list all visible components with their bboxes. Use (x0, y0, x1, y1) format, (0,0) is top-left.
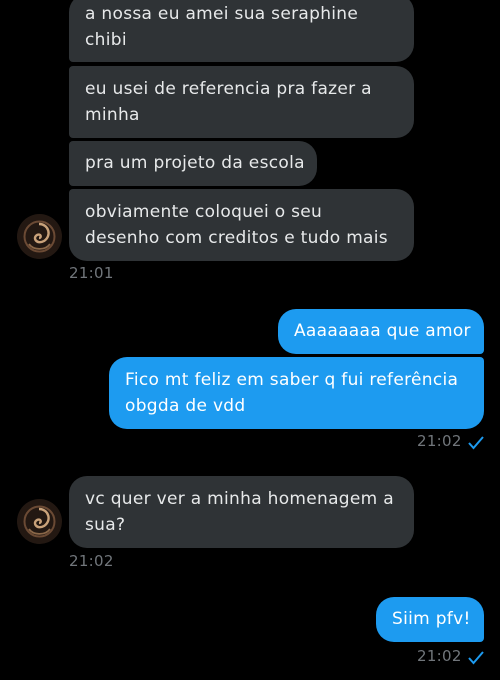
message-text: Aaaaaaaa que amor (294, 321, 471, 341)
message-text: chibi (85, 30, 127, 50)
message-timestamp: 21:02 (417, 647, 462, 665)
message-timestamp: 21:02 (417, 432, 462, 450)
message-bubble-incoming[interactable]: pra um projeto da escola (69, 141, 317, 186)
message-text: vc quer ver a minha homenagem a (85, 489, 394, 509)
checkmark-icon (468, 651, 484, 665)
message-timestamp: 21:01 (69, 264, 114, 282)
message-timestamp: 21:02 (69, 552, 114, 570)
message-text: a nossa eu amei sua seraphine (85, 4, 359, 24)
message-text: Siim pfv! (392, 609, 471, 629)
message-text: eu usei de referencia pra fazer a (85, 79, 372, 99)
swirl-icon (17, 214, 62, 259)
swirl-icon (17, 499, 62, 544)
checkmark-icon (468, 436, 484, 450)
message-text: Fico mt feliz em saber q fui referência (125, 370, 459, 390)
message-text: minha (85, 105, 140, 125)
message-text: obviamente coloquei o seu (85, 202, 323, 222)
message-text: obgda de vdd (125, 396, 246, 416)
message-bubble-incoming[interactable]: obviamente coloquei o seu desenho com cr… (69, 189, 414, 261)
message-bubble-outgoing[interactable]: Siim pfv! (376, 597, 484, 642)
contact-avatar[interactable] (17, 499, 62, 544)
message-bubble-incoming[interactable]: eu usei de referencia pra fazer a minha (69, 66, 414, 138)
message-bubble-outgoing[interactable]: Fico mt feliz em saber q fui referência … (109, 357, 484, 429)
message-bubble-incoming[interactable]: vc quer ver a minha homenagem a sua? (69, 476, 414, 548)
message-bubble-outgoing[interactable]: Aaaaaaaa que amor (278, 309, 484, 354)
message-text: desenho com creditos e tudo mais (85, 228, 388, 248)
message-text: pra um projeto da escola (85, 153, 305, 173)
message-bubble-incoming[interactable]: a nossa eu amei sua seraphine chibi (69, 0, 414, 62)
contact-avatar[interactable] (17, 214, 62, 259)
message-text: sua? (85, 515, 126, 535)
